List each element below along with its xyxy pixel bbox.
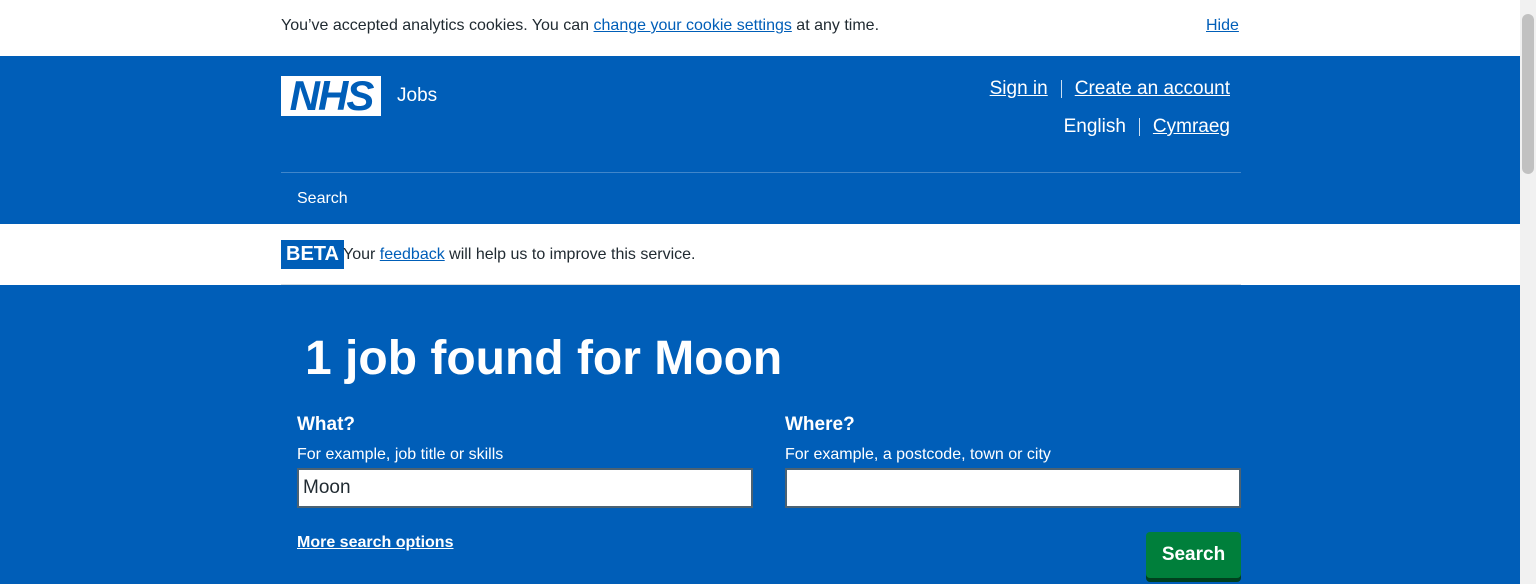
beta-tag: BETA <box>281 240 344 269</box>
cookie-hide-link[interactable]: Hide <box>1206 17 1239 35</box>
divider <box>1060 80 1062 98</box>
nav-divider <box>281 172 1241 173</box>
what-input[interactable] <box>297 468 753 508</box>
cookie-message: You’ve accepted analytics cookies. You c… <box>281 17 879 35</box>
language-switcher: English Cymraeg <box>1064 116 1230 138</box>
beta-banner: BETA Your feedback will help us to impro… <box>0 224 1520 285</box>
where-hint: For example, a postcode, town or city <box>785 446 1051 463</box>
scrollbar[interactable] <box>1520 0 1536 584</box>
cookie-banner: You’ve accepted analytics cookies. You c… <box>0 0 1520 56</box>
service-name[interactable]: Jobs <box>397 85 437 107</box>
what-hint: For example, job title or skills <box>297 446 504 463</box>
language-welsh-link[interactable]: Cymraeg <box>1153 116 1230 138</box>
cookie-text-after: at any time. <box>791 17 880 34</box>
search-panel: 1 job found for Moon What? For example, … <box>0 285 1520 584</box>
nhs-logo-text: NHS <box>289 72 375 119</box>
sign-in-link[interactable]: Sign in <box>990 78 1048 100</box>
feedback-link[interactable]: feedback <box>380 246 445 263</box>
site-header: NHS Jobs Sign in Create an account Engli… <box>0 56 1520 224</box>
search-button[interactable]: Search <box>1146 532 1241 578</box>
beta-message: Your feedback will help us to improve th… <box>343 246 695 264</box>
divider <box>1138 118 1140 136</box>
language-current: English <box>1063 116 1126 137</box>
beta-text-after: will help us to improve this service. <box>444 246 696 263</box>
scrollbar-thumb[interactable] <box>1522 14 1534 174</box>
beta-text-before: Your <box>343 246 380 263</box>
where-input[interactable] <box>785 468 1241 508</box>
nav-item-search[interactable]: Search <box>297 190 348 208</box>
cookie-settings-link[interactable]: change your cookie settings <box>594 17 792 34</box>
what-label: What? <box>297 414 356 435</box>
where-label: Where? <box>785 414 855 435</box>
nhs-logo[interactable]: NHS <box>281 72 381 119</box>
more-search-options-link[interactable]: More search options <box>297 534 453 552</box>
results-heading: 1 job found for Moon <box>305 332 783 385</box>
account-links: Sign in Create an account <box>990 78 1230 100</box>
create-account-link[interactable]: Create an account <box>1075 78 1230 100</box>
cookie-text-before: You’ve accepted analytics cookies. You c… <box>281 17 594 34</box>
